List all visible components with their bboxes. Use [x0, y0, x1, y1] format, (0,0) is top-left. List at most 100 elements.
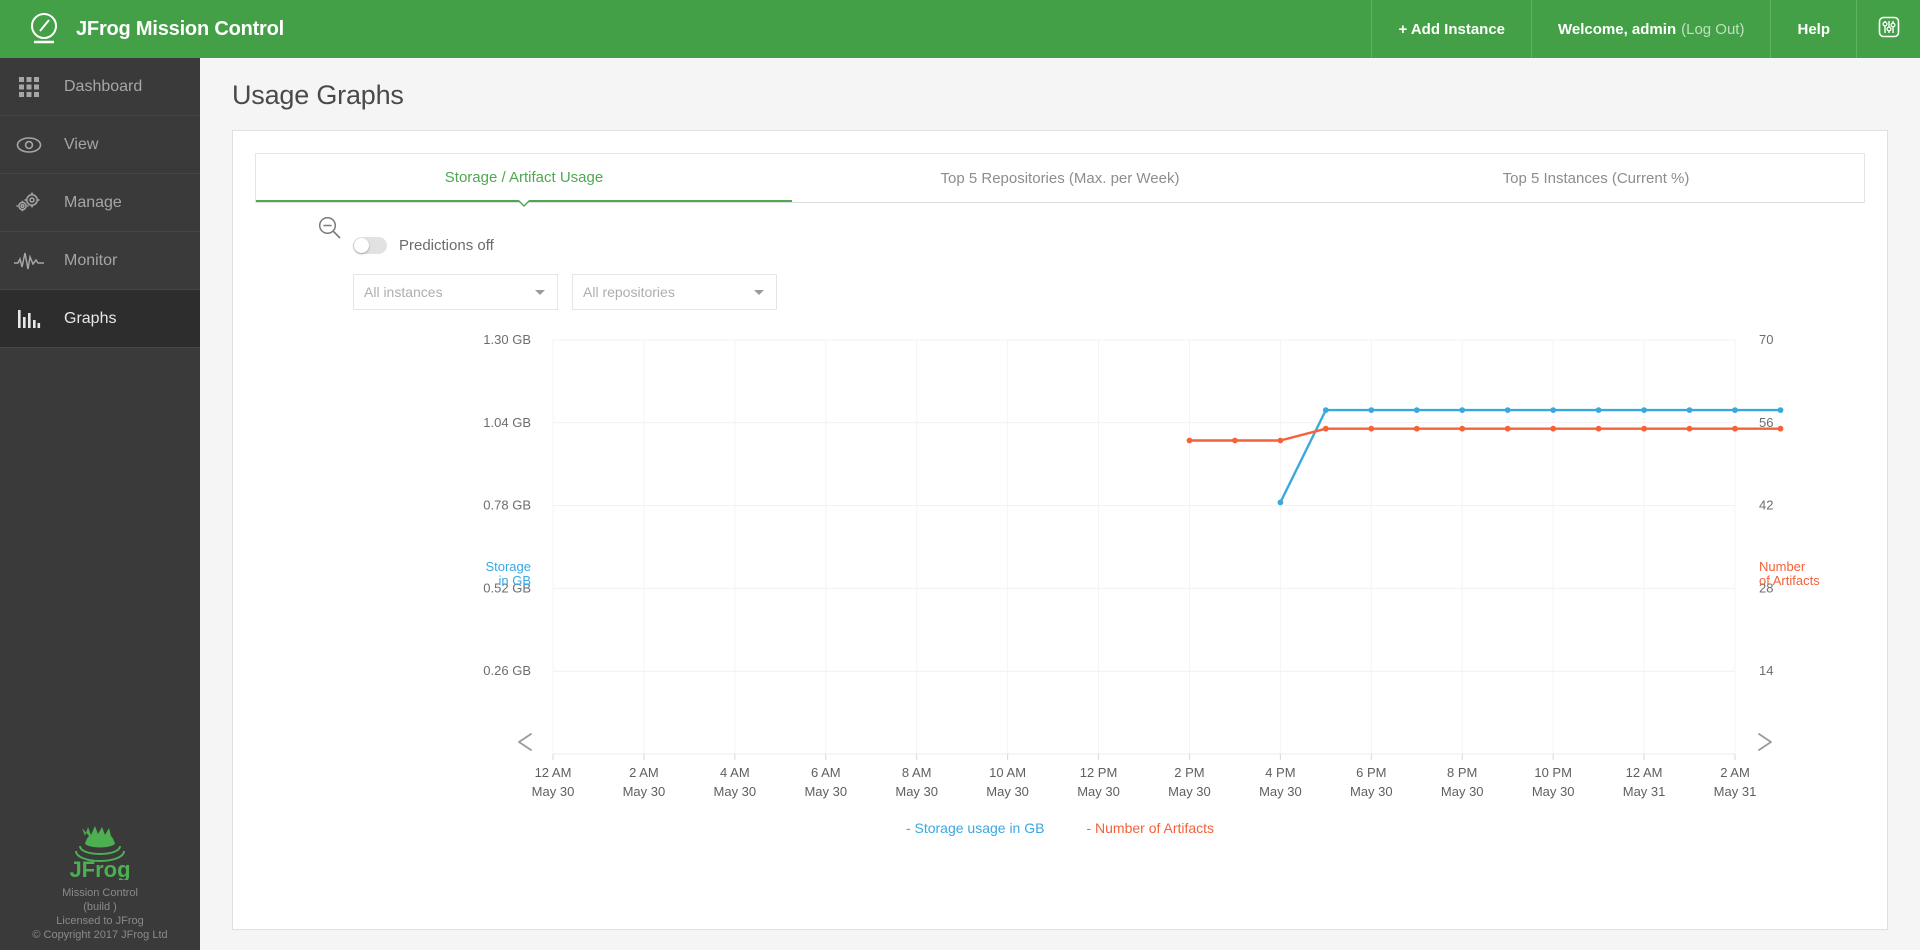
app-root: JFrog Mission Control + Add Instance Wel…	[0, 0, 1920, 950]
data-point[interactable]	[1459, 407, 1466, 413]
tab-label: Top 5 Repositories (Max. per Week)	[940, 169, 1180, 187]
sidebar-label-dashboard: Dashboard	[64, 77, 143, 95]
data-point[interactable]	[1595, 425, 1602, 432]
chevron-down-icon	[754, 290, 764, 295]
add-instance-button[interactable]: + Add Instance	[1371, 0, 1531, 58]
sidebar-item-view[interactable]: View	[0, 116, 200, 174]
data-point[interactable]	[1686, 407, 1693, 413]
welcome-label: Welcome, admin	[1558, 20, 1677, 38]
data-point[interactable]	[1277, 437, 1284, 444]
usage-graphs-panel: Storage / Artifact Usage Top 5 Repositor…	[232, 130, 1888, 930]
tab-top-5-repositories[interactable]: Top 5 Repositories (Max. per Week)	[792, 154, 1328, 202]
chevron-down-icon	[535, 290, 545, 295]
data-point[interactable]	[1550, 425, 1557, 432]
sidebar-item-monitor[interactable]: Monitor	[0, 232, 200, 290]
x-axis-tick-time: 8 AM	[902, 765, 932, 780]
brand: JFrog Mission Control	[0, 0, 284, 58]
chart-controls: Predictions off All instances All reposi…	[233, 203, 1887, 310]
data-point[interactable]	[1322, 425, 1329, 432]
data-point[interactable]	[1368, 407, 1375, 413]
tab-label: Top 5 Instances (Current %)	[1502, 169, 1690, 187]
tab-bar: Storage / Artifact Usage Top 5 Repositor…	[255, 153, 1865, 207]
data-point[interactable]	[1368, 425, 1375, 432]
legend-item-artifacts[interactable]: - Number of Artifacts	[1086, 820, 1214, 836]
y-axis-right-title: Number of Artifacts	[1759, 559, 1820, 588]
help-button[interactable]: Help	[1770, 0, 1856, 58]
legend-item-storage[interactable]: - Storage usage in GB	[906, 820, 1045, 836]
x-axis-tick-time: 10 AM	[989, 765, 1026, 780]
data-point[interactable]	[1413, 407, 1420, 413]
top-header-bar: JFrog Mission Control + Add Instance Wel…	[0, 0, 1920, 58]
x-axis-tick-time: 4 PM	[1265, 765, 1295, 780]
eye-icon	[12, 130, 46, 160]
x-axis-tick-time: 12 AM	[535, 765, 572, 780]
data-point[interactable]	[1686, 425, 1693, 432]
zoom-out-icon[interactable]	[317, 215, 343, 246]
x-axis-tick-date: May 31	[1714, 784, 1757, 799]
data-point[interactable]	[1232, 437, 1238, 444]
x-axis-tick-date: May 30	[804, 784, 847, 799]
sidebar-item-manage[interactable]: Manage	[0, 174, 200, 232]
data-point[interactable]	[1504, 425, 1511, 432]
data-point[interactable]	[1413, 425, 1420, 432]
tab-top-5-instances[interactable]: Top 5 Instances (Current %)	[1328, 154, 1864, 202]
filter-selects: All instances All repositories	[353, 274, 1887, 310]
x-axis-tick-time: 8 PM	[1447, 765, 1477, 780]
usage-chart-svg[interactable]: 1.30 GB1.04 GB0.78 GB0.52 GB0.26 GB70564…	[233, 322, 1889, 852]
log-out-link[interactable]: (Log Out)	[1681, 21, 1744, 38]
bar-chart-icon	[12, 304, 46, 334]
data-point[interactable]	[1641, 407, 1647, 413]
settings-button[interactable]	[1856, 0, 1920, 58]
data-point[interactable]	[1550, 407, 1557, 413]
user-menu-button[interactable]: Welcome, admin (Log Out)	[1531, 0, 1770, 58]
tab-label: Storage / Artifact Usage	[444, 168, 604, 186]
x-axis-tick-date: May 31	[1623, 784, 1666, 799]
tab-storage-artifact-usage[interactable]: Storage / Artifact Usage	[256, 154, 792, 207]
predictions-toggle[interactable]	[353, 237, 387, 254]
chart-legend: - Storage usage in GB - Number of Artifa…	[233, 820, 1887, 836]
chevron-left-icon[interactable]	[518, 733, 532, 751]
sidebar-item-graphs[interactable]: Graphs	[0, 290, 200, 348]
x-axis-tick-time: 4 AM	[720, 765, 750, 780]
data-point[interactable]	[1641, 425, 1647, 432]
x-axis-tick-time: 12 PM	[1080, 765, 1118, 780]
data-point[interactable]	[1277, 499, 1284, 506]
x-axis-tick-date: May 30	[1077, 784, 1120, 799]
data-point[interactable]	[1322, 407, 1329, 413]
chevron-right-icon[interactable]	[1758, 733, 1772, 751]
predictions-label: Predictions off	[399, 237, 494, 254]
y-axis-left-tick: 0.26 GB	[483, 663, 531, 678]
gauge-icon	[26, 11, 62, 47]
repositories-select-value: All repositories	[583, 284, 675, 300]
help-label: Help	[1797, 20, 1830, 38]
y-axis-right-tick: 70	[1759, 332, 1773, 347]
data-point[interactable]	[1186, 437, 1193, 444]
data-point[interactable]	[1504, 407, 1511, 413]
x-axis-tick-date: May 30	[986, 784, 1029, 799]
repositories-select[interactable]: All repositories	[572, 274, 777, 310]
sidebar-label-manage: Manage	[64, 193, 122, 211]
x-axis-tick-time: 6 PM	[1356, 765, 1386, 780]
y-axis-left-tick: 1.30 GB	[483, 332, 531, 347]
sliders-icon	[1877, 15, 1901, 44]
x-axis-tick-date: May 30	[895, 784, 938, 799]
instances-select[interactable]: All instances	[353, 274, 558, 310]
data-point[interactable]	[1595, 407, 1602, 413]
footer-line-2: (build )	[83, 901, 117, 913]
x-axis-tick-date: May 30	[1259, 784, 1302, 799]
x-axis-tick-date: May 30	[532, 784, 575, 799]
page-title: Usage Graphs	[232, 80, 404, 110]
main-content: Usage Graphs Storage / Artifact Usage To…	[200, 58, 1920, 950]
sidebar-item-dashboard[interactable]: Dashboard	[0, 58, 200, 116]
data-point[interactable]	[1777, 407, 1784, 413]
sidebar-label-monitor: Monitor	[64, 251, 118, 269]
x-axis-tick-date: May 30	[623, 784, 666, 799]
data-point[interactable]	[1732, 407, 1738, 413]
sidebar: Dashboard View Manage Monitor Graphs JFr…	[0, 58, 200, 950]
x-axis-tick-date: May 30	[1532, 784, 1575, 799]
data-point[interactable]	[1459, 425, 1466, 432]
data-point[interactable]	[1777, 425, 1784, 432]
x-axis-tick-date: May 30	[714, 784, 757, 799]
grid-icon	[12, 72, 46, 102]
data-point[interactable]	[1732, 425, 1738, 432]
